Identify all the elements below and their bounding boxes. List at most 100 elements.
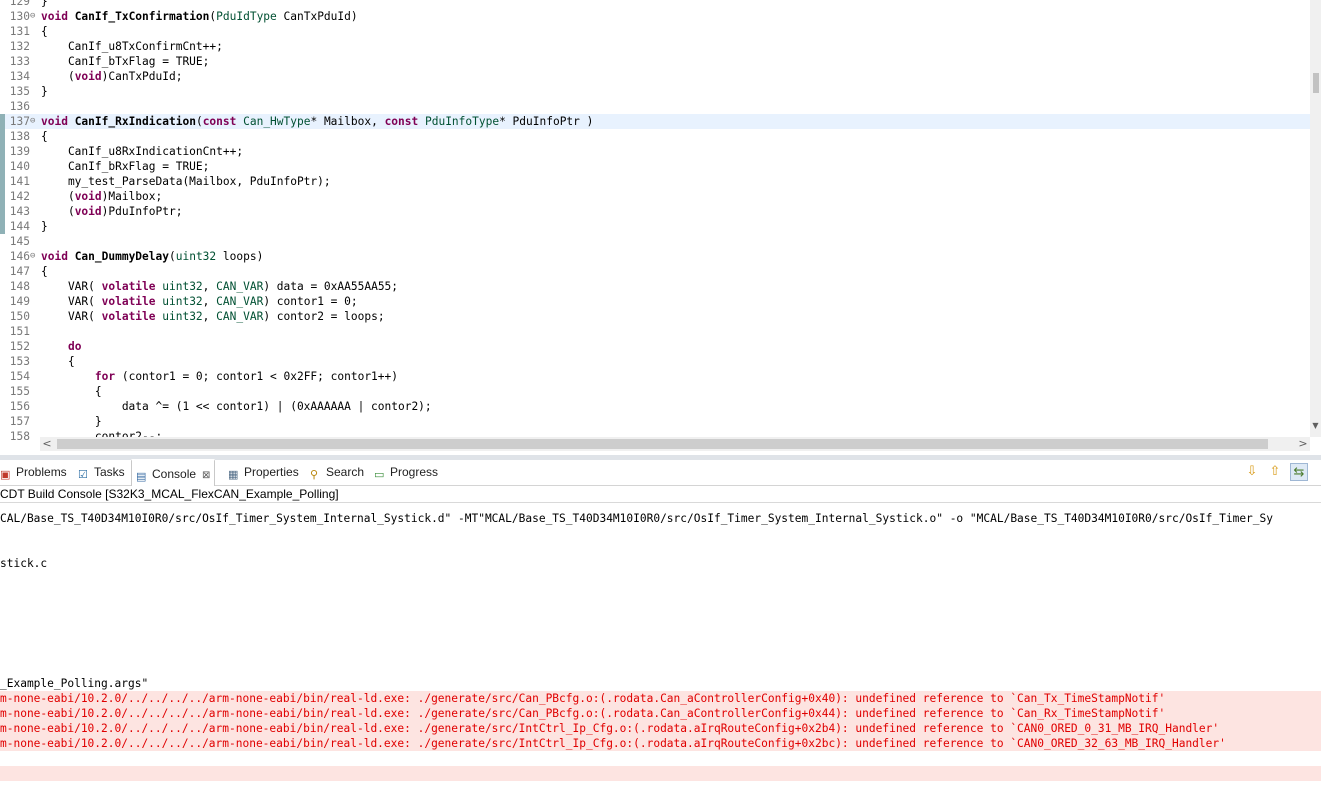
line-number: 149 bbox=[9, 295, 30, 308]
tab-progress[interactable]: ▭ Progress bbox=[374, 460, 438, 485]
scroll-to-top-icon[interactable]: ⇧ bbox=[1266, 463, 1284, 481]
code-line[interactable]: 136 bbox=[0, 99, 1310, 114]
code-text: for (contor1 = 0; contor1 < 0x2FF; conto… bbox=[41, 369, 398, 384]
code-token: } bbox=[41, 220, 48, 233]
scroll-down-arrow-icon[interactable]: ▼ bbox=[1310, 420, 1321, 432]
code-line[interactable]: 144} bbox=[0, 219, 1310, 234]
code-line[interactable]: 156 data ^= (1 << contor1) | (0xAAAAAA |… bbox=[0, 399, 1310, 414]
code-token: do bbox=[67, 340, 82, 353]
code-token: CanIf_bTxFlag = TRUE; bbox=[41, 55, 210, 68]
code-line[interactable]: 154 for (contor1 = 0; contor1 < 0x2FF; c… bbox=[0, 369, 1310, 384]
line-number: 133 bbox=[9, 55, 30, 68]
editor-horizontal-scroll-thumb[interactable] bbox=[57, 439, 1268, 449]
tab-properties[interactable]: ▦ Properties bbox=[228, 460, 299, 485]
code-line[interactable]: 142 (void)Mailbox; bbox=[0, 189, 1310, 204]
editor-vertical-scroll-thumb[interactable] bbox=[1313, 73, 1319, 93]
code-text: (void)Mailbox; bbox=[41, 189, 162, 204]
code-line[interactable]: 155 { bbox=[0, 384, 1310, 399]
line-number: 140 bbox=[9, 160, 30, 173]
code-token: PduIdType bbox=[216, 10, 277, 23]
code-line[interactable]: 157 } bbox=[0, 414, 1310, 429]
console-line: _Example_Polling.args" bbox=[0, 677, 149, 690]
code-text: VAR( volatile uint32, CAN_VAR) contor2 =… bbox=[41, 309, 385, 324]
code-text: CanIf_bTxFlag = TRUE; bbox=[41, 54, 209, 69]
code-token: data ^= (1 << contor1) | (0xAAAAAA | con… bbox=[41, 400, 432, 413]
code-line[interactable]: 149 VAR( volatile uint32, CAN_VAR) conto… bbox=[0, 294, 1310, 309]
code-token: ( bbox=[195, 115, 203, 128]
code-text: (void)CanTxPduId; bbox=[41, 69, 183, 84]
code-line[interactable]: 145 bbox=[0, 234, 1310, 249]
code-line[interactable]: 152 do bbox=[0, 339, 1310, 354]
code-line[interactable]: 148 VAR( volatile uint32, CAN_VAR) data … bbox=[0, 279, 1310, 294]
code-line[interactable]: 150 VAR( volatile uint32, CAN_VAR) conto… bbox=[0, 309, 1310, 324]
properties-icon: ▦ bbox=[228, 468, 239, 481]
code-line[interactable]: 129} bbox=[0, 0, 1310, 9]
fold-toggle-icon[interactable]: ⊖ bbox=[30, 249, 39, 264]
code-text: } bbox=[41, 414, 102, 429]
code-token: )CanTxPduId; bbox=[101, 70, 183, 83]
scroll-to-end-icon[interactable]: ⇩ bbox=[1243, 463, 1261, 481]
scroll-lock-icon[interactable]: ⇆ bbox=[1290, 463, 1308, 481]
line-number: 137 bbox=[9, 115, 30, 128]
line-number: 136 bbox=[9, 100, 30, 113]
code-line[interactable]: 143 (void)PduInfoPtr; bbox=[0, 204, 1310, 219]
search-icon: ⚲ bbox=[310, 468, 319, 481]
code-editor[interactable]: 129} 130 ⊖ void CanIf_TxConfirmation(PduIdT… bbox=[0, 0, 1321, 455]
view-tab-bar: ▣ Problems ☑ Tasks ▤ Console ⊠ ▦ Properties ⚲ Sear… bbox=[0, 459, 1321, 486]
code-token: ( bbox=[168, 250, 176, 263]
tab-tasks[interactable]: ☑ Tasks bbox=[78, 460, 125, 485]
close-icon[interactable]: ⊠ bbox=[202, 470, 210, 481]
code-text: } bbox=[41, 84, 48, 99]
scroll-right-arrow-icon[interactable]: > bbox=[1296, 437, 1310, 451]
code-text: { bbox=[41, 384, 102, 399]
line-number: 142 bbox=[9, 190, 30, 203]
tasks-icon: ☑ bbox=[78, 468, 88, 481]
tab-problems[interactable]: ▣ Problems bbox=[0, 460, 67, 485]
tab-label: Tasks bbox=[94, 465, 125, 479]
code-token: )Mailbox; bbox=[101, 190, 163, 203]
scroll-left-arrow-icon[interactable]: < bbox=[40, 437, 54, 451]
code-token: volatile bbox=[101, 295, 163, 308]
line-number: 130 bbox=[9, 10, 30, 23]
code-token: const bbox=[384, 115, 425, 128]
code-line[interactable]: 147 { bbox=[0, 264, 1310, 279]
code-token: uint32 bbox=[162, 310, 203, 323]
line-number: 153 bbox=[9, 355, 30, 368]
code-token: Can_HwType bbox=[243, 115, 311, 128]
tab-search[interactable]: ⚲ Search bbox=[310, 460, 364, 485]
line-number: 146 bbox=[9, 250, 30, 263]
code-line[interactable]: 146 ⊖ void Can_DummyDelay(uint32 loops) bbox=[0, 249, 1310, 264]
code-line[interactable]: 139 CanIf_u8RxIndicationCnt++; bbox=[0, 144, 1310, 159]
code-text: void CanIf_TxConfirmation(PduIdType CanT… bbox=[41, 9, 358, 24]
tab-label: Problems bbox=[16, 465, 67, 479]
code-line[interactable]: 132 CanIf_u8TxConfirmCnt++; bbox=[0, 39, 1310, 54]
code-line[interactable]: 135} bbox=[0, 84, 1310, 99]
editor-vertical-scrollbar[interactable] bbox=[1310, 0, 1321, 437]
line-number: 145 bbox=[9, 235, 30, 248]
code-line[interactable]: 141 my_test_ParseData(Mailbox, PduInfoPt… bbox=[0, 174, 1310, 189]
code-token: void bbox=[41, 115, 75, 128]
code-line[interactable]: 140 CanIf_bRxFlag = TRUE; bbox=[0, 159, 1310, 174]
code-line[interactable]: 153 { bbox=[0, 354, 1310, 369]
code-token: { bbox=[41, 130, 48, 143]
code-line[interactable]: 134 (void)CanTxPduId; bbox=[0, 69, 1310, 84]
fold-toggle-icon[interactable]: ⊖ bbox=[30, 114, 39, 129]
tab-console[interactable]: ▤ Console ⊠ bbox=[131, 459, 216, 486]
code-text: { bbox=[41, 264, 48, 279]
code-line[interactable]: 138 { bbox=[0, 129, 1310, 144]
code-token: CAN_VAR bbox=[216, 310, 264, 323]
code-line[interactable]: 131 { bbox=[0, 24, 1310, 39]
code-token: CAN_VAR bbox=[216, 280, 264, 293]
fold-toggle-icon[interactable]: ⊖ bbox=[30, 9, 39, 24]
code-text: { bbox=[41, 354, 75, 369]
code-line[interactable]: 130 ⊖ void CanIf_TxConfirmation(PduIdType … bbox=[0, 9, 1310, 24]
code-line[interactable]: 151 bbox=[0, 324, 1310, 339]
code-line[interactable]: 133 CanIf_bTxFlag = TRUE; bbox=[0, 54, 1310, 69]
code-line[interactable]: 137 ⊖ void CanIf_RxIndication(const Can_Hw… bbox=[0, 114, 1310, 129]
